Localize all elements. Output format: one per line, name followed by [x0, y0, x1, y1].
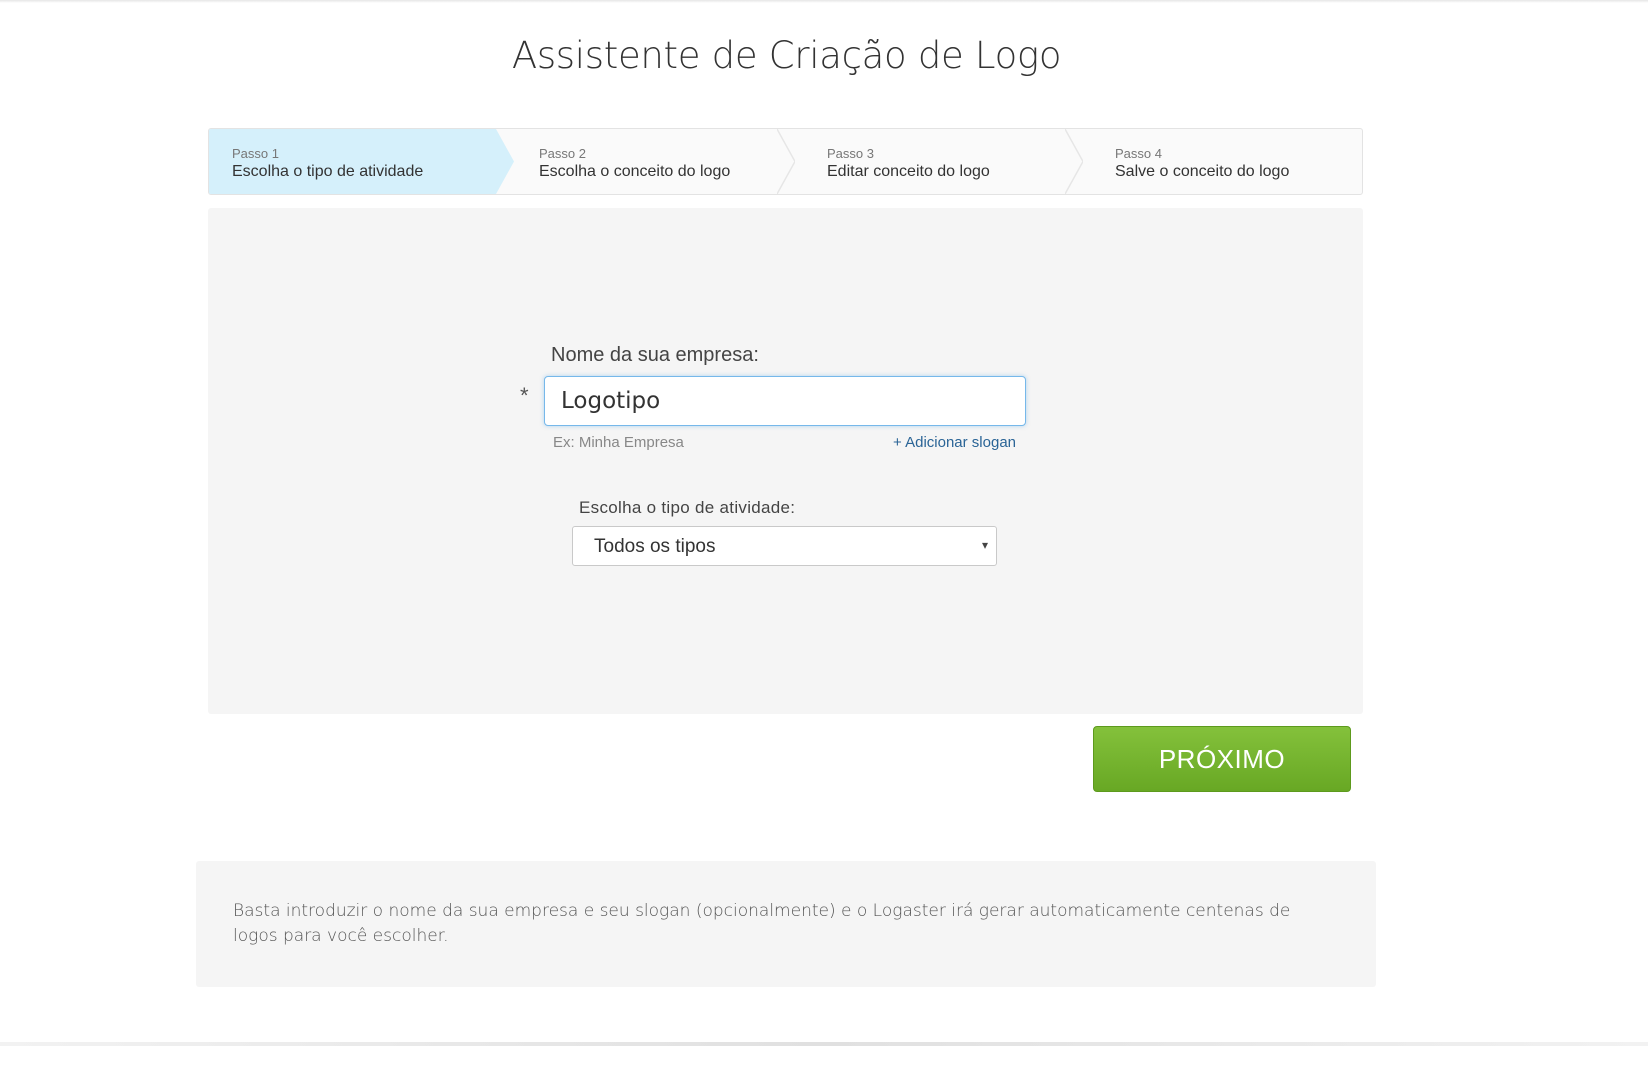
- chevron-down-icon: ▾: [981, 538, 988, 552]
- company-name-label: Nome da sua empresa:: [551, 344, 759, 366]
- company-name-input[interactable]: [544, 376, 1026, 426]
- step-4-number: Passo 4: [1115, 146, 1162, 161]
- step-2-number: Passo 2: [539, 146, 586, 161]
- step-1: Passo 1 Escolha o tipo de atividade: [209, 129, 496, 194]
- activity-type-selected: Todos os tipos: [594, 536, 716, 557]
- step-1-label: Escolha o tipo de atividade: [232, 163, 424, 180]
- step-3-number: Passo 3: [827, 146, 874, 161]
- step-4-label: Salve o conceito do logo: [1115, 163, 1290, 180]
- top-border: [0, 0, 1648, 3]
- page-title: Assistente de Criação de Logo: [511, 34, 1062, 77]
- wizard-steps: Passo 1 Escolha o tipo de atividade Pass…: [208, 128, 1363, 195]
- company-name-hint: Ex: Minha Empresa: [553, 434, 684, 451]
- form-panel: [208, 208, 1363, 714]
- activity-type-label: Escolha o tipo de atividade:: [579, 498, 796, 517]
- step-3: Passo 3 Editar conceito do logo: [797, 129, 1085, 194]
- info-box: Basta introduzir o nome da sua empresa e…: [196, 861, 1376, 987]
- step-2: Passo 2 Escolha o conceito do logo: [509, 129, 797, 194]
- step-4: Passo 4 Salve o conceito do logo: [1085, 129, 1362, 194]
- step-3-label: Editar conceito do logo: [827, 163, 990, 180]
- add-slogan-link[interactable]: + Adicionar slogan: [893, 434, 1016, 451]
- info-text: Basta introduzir o nome da sua empresa e…: [233, 901, 1291, 946]
- activity-type-select[interactable]: Todos os tipos ▾: [572, 526, 997, 566]
- bottom-divider: [0, 1042, 1648, 1046]
- step-1-number: Passo 1: [232, 146, 279, 161]
- step-2-label: Escolha o conceito do logo: [539, 163, 731, 180]
- required-marker: *: [520, 383, 529, 408]
- step-2-arrow: [777, 129, 795, 194]
- step-3-arrow: [1065, 129, 1083, 194]
- next-button[interactable]: PRÓXIMO: [1093, 726, 1351, 792]
